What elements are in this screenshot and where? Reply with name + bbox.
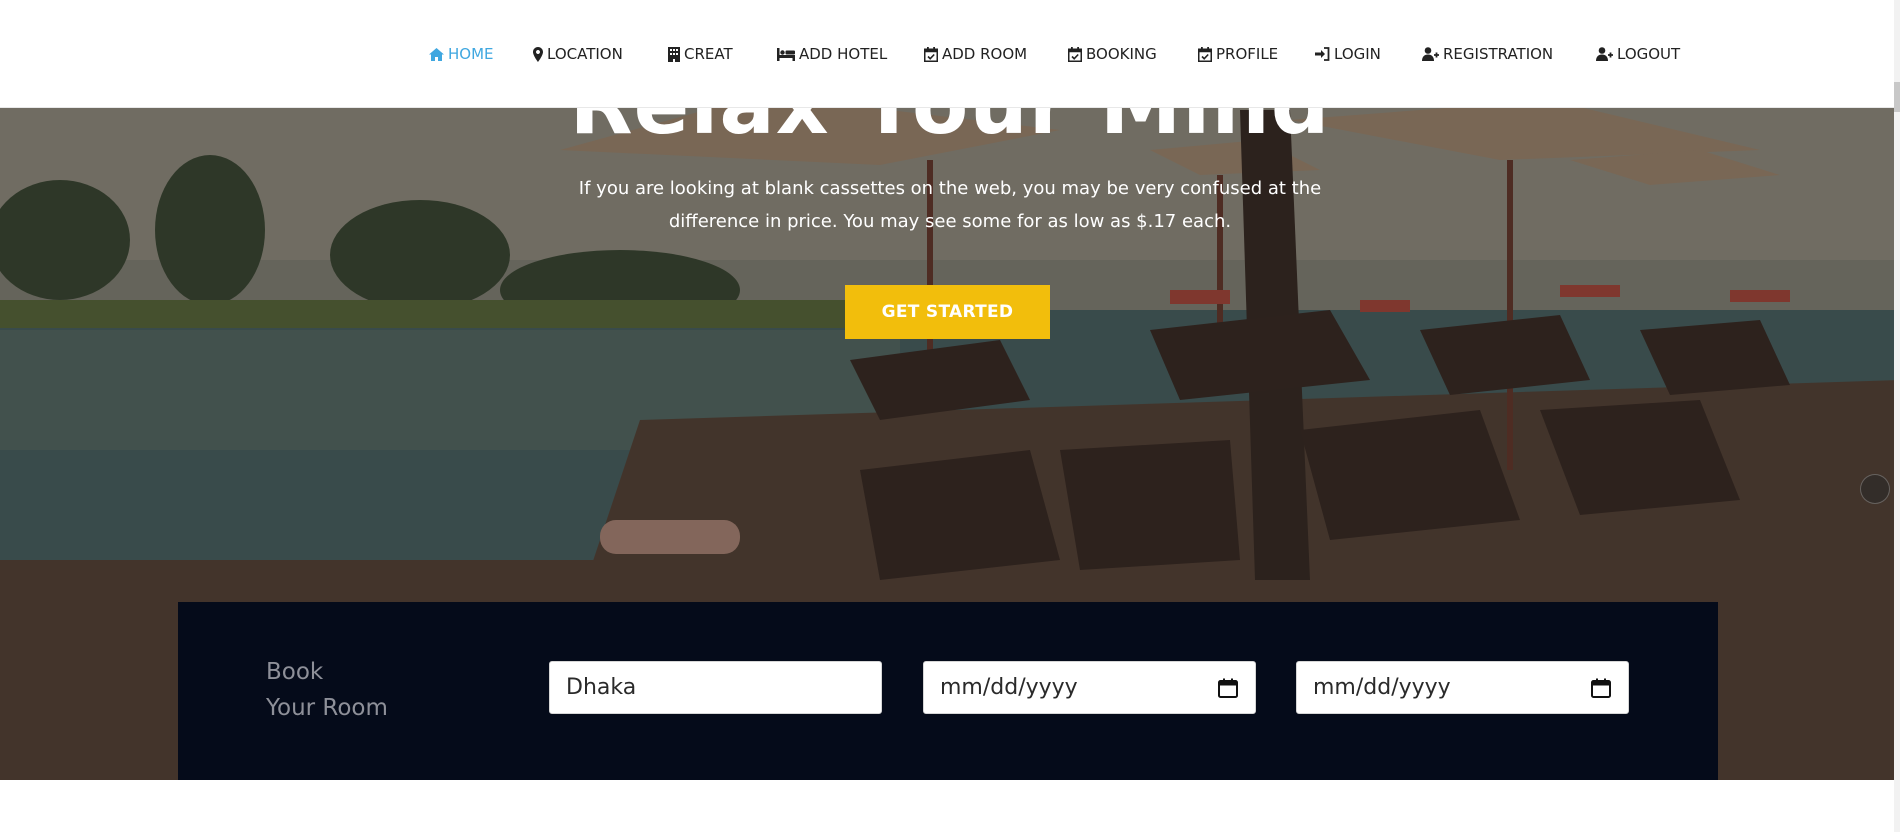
nav-item-creat[interactable]: CREAT: [668, 43, 733, 65]
nav-item-home[interactable]: HOME: [429, 43, 494, 65]
scrollbar-thumb[interactable]: [1894, 82, 1900, 112]
nav-item-label: CREAT: [684, 45, 733, 63]
booking-title-line2: Your Room: [266, 695, 388, 721]
building-icon: [668, 46, 680, 62]
sign-in-icon: [1315, 47, 1330, 61]
calendar-check-icon: [924, 46, 938, 62]
check-out-date-input[interactable]: mm/dd/yyyy: [1296, 661, 1629, 714]
nav-item-logout[interactable]: LOGOUT: [1596, 43, 1680, 65]
calendar-check-icon: [1198, 46, 1212, 62]
nav-item-booking[interactable]: BOOKING: [1068, 43, 1157, 65]
nav-item-label: LOGIN: [1334, 45, 1381, 63]
nav-item-add-hotel[interactable]: ADD HOTEL: [777, 43, 887, 65]
nav-item-label: REGISTRATION: [1443, 45, 1554, 63]
carousel-dot[interactable]: [1860, 474, 1890, 504]
page: Relax Your Mind If you are looking at bl…: [0, 0, 1900, 832]
nav-item-add-room[interactable]: ADD ROOM: [924, 43, 1027, 65]
nav-item-login[interactable]: LOGIN: [1315, 43, 1381, 65]
user-plus-icon: [1596, 47, 1613, 61]
nav-item-label: HOME: [448, 45, 494, 63]
home-icon: [429, 47, 444, 61]
check-in-date-input[interactable]: mm/dd/yyyy: [923, 661, 1256, 714]
nav-item-label: PROFILE: [1216, 45, 1279, 63]
nav-item-label: LOGOUT: [1617, 45, 1681, 63]
calendar-check-icon: [1068, 46, 1082, 62]
nav-item-profile[interactable]: PROFILE: [1198, 43, 1278, 65]
nav-item-label: ADD HOTEL: [799, 45, 888, 63]
location-input-value: Dhaka: [566, 675, 637, 700]
booking-title: Book Your Room: [266, 654, 466, 726]
nav-item-registration[interactable]: REGISTRATION: [1422, 43, 1553, 65]
nav-item-label: ADD ROOM: [942, 45, 1028, 63]
check-out-date-placeholder: mm/dd/yyyy: [1313, 675, 1451, 700]
page-scrollbar[interactable]: [1894, 0, 1900, 832]
get-started-button[interactable]: GET STARTED: [845, 285, 1050, 339]
calendar-icon[interactable]: [1217, 677, 1239, 699]
hero-description: If you are looking at blank cassettes on…: [578, 178, 1322, 232]
map-marker-icon: [533, 46, 543, 62]
bed-icon: [777, 47, 795, 61]
booking-form: Book Your Room Dhaka mm/dd/yyyy mm/dd/yy…: [178, 602, 1718, 780]
top-navbar: HOME LOCATION CREAT ADD HOTEL ADD ROOM B: [0, 0, 1900, 108]
booking-title-line1: Book: [266, 659, 324, 685]
user-plus-icon: [1422, 47, 1439, 61]
nav-item-label: BOOKING: [1086, 45, 1157, 63]
nav-item-location[interactable]: LOCATION: [533, 43, 623, 65]
check-in-date-placeholder: mm/dd/yyyy: [940, 675, 1078, 700]
location-input[interactable]: Dhaka: [549, 661, 882, 714]
calendar-icon[interactable]: [1590, 677, 1612, 699]
nav-menu: HOME LOCATION CREAT ADD HOTEL ADD ROOM B: [0, 0, 1900, 108]
nav-item-label: LOCATION: [547, 45, 623, 63]
